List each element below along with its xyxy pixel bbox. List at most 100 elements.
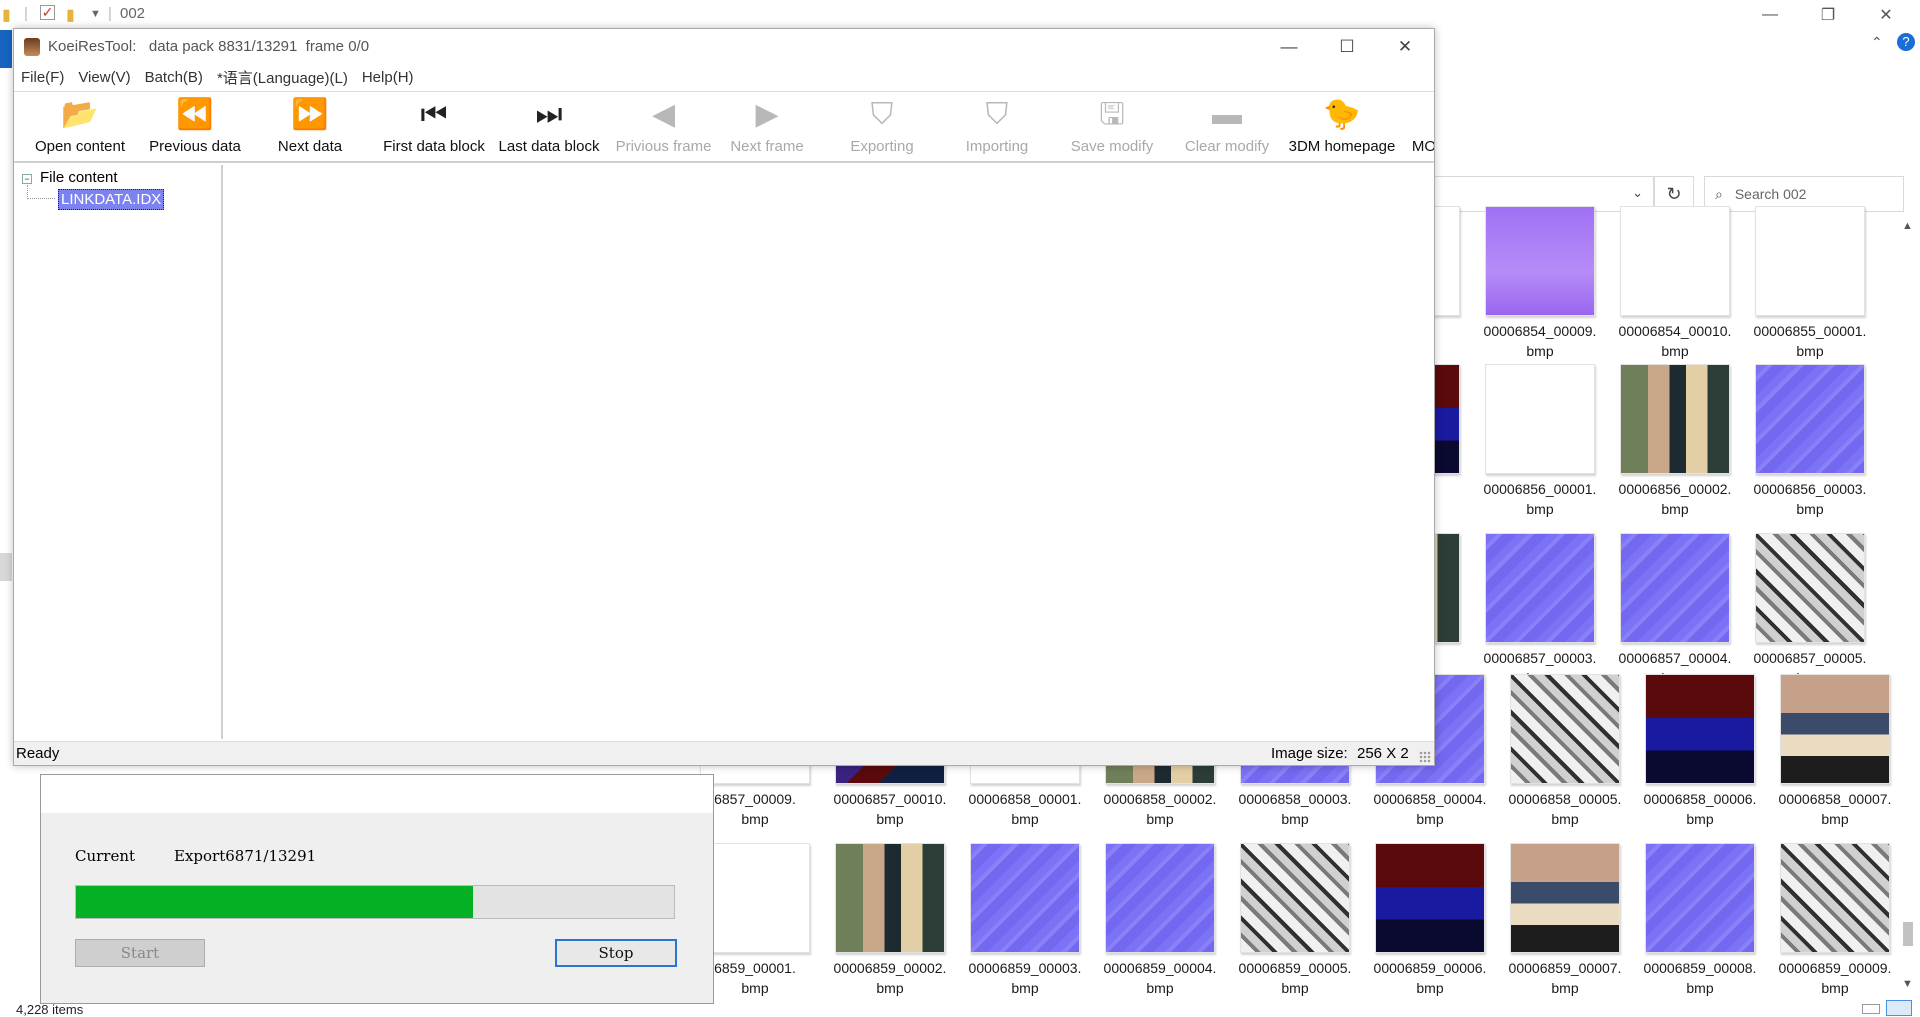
toolbar-button-label: MO	[1411, 138, 1434, 155]
file-tile[interactable]: 00006858_00005. bmp	[1486, 674, 1621, 844]
new-folder-icon[interactable]: ▮	[66, 5, 75, 24]
file-tile[interactable]: 00006859_00002. bmp	[811, 843, 946, 1013]
menu-language[interactable]: *语言(Language)(L)	[217, 67, 348, 88]
toolbar-button-next-frame: ▶ Next frame	[711, 92, 823, 161]
collapse-ribbon-icon[interactable]: ⌃	[1871, 34, 1883, 51]
refresh-icon: ↻	[1666, 183, 1682, 204]
resize-grip-icon[interactable]	[1419, 751, 1431, 763]
file-extension: bmp	[1821, 811, 1849, 827]
file-tile[interactable]: 00006859_00005. bmp	[1216, 843, 1351, 1013]
file-tile[interactable]: 00006859_00007. bmp	[1486, 843, 1621, 1013]
file-extension: bmp	[1796, 343, 1824, 359]
koei-maximize-button[interactable]: ☐	[1318, 29, 1376, 65]
toolbar-button-exporting: ⛉ Exporting	[826, 92, 938, 161]
file-tile[interactable]: 00006858_00006. bmp	[1621, 674, 1756, 844]
explorer-title: 002	[120, 5, 146, 22]
skip-to-end-icon: ⏭	[535, 98, 563, 131]
toolbar-button-mo[interactable]: MO	[1404, 92, 1434, 161]
toolbar-button-3dm-homepage[interactable]: 🐤 3DM homepage	[1286, 92, 1398, 161]
tree-root-file-content[interactable]: File content	[40, 169, 118, 186]
koei-window-title: KoeiResTool: data pack 8831/13291 frame …	[48, 38, 370, 55]
file-thumbnail	[1240, 843, 1350, 953]
toolbar: 📂 Open content ⏪ Previous data ⏩ Next data ⏮ Fi…	[14, 91, 1434, 163]
file-thumbnail	[1485, 533, 1595, 643]
file-extension: bmp	[1821, 980, 1849, 996]
file-tile[interactable]: 00006859_00004. bmp	[1081, 843, 1216, 1013]
folder-icon: ▮	[2, 7, 11, 24]
menu-view[interactable]: View(V)	[78, 69, 130, 86]
address-dropdown-icon[interactable]: ⌄	[1632, 185, 1643, 201]
toolbar-button-label: Clear modify	[1184, 138, 1270, 155]
menu-file[interactable]: File(F)	[21, 69, 64, 86]
koei-minimize-button[interactable]: —	[1260, 29, 1318, 65]
fast-forward-icon: ⏩	[291, 98, 329, 131]
customize-quick-access-icon[interactable]: ▼	[90, 8, 101, 26]
file-tile[interactable]: 00006859_00003. bmp	[946, 843, 1081, 1013]
file-thumbnail	[1755, 206, 1865, 316]
file-tile[interactable]: 00006856_00003. bmp	[1731, 364, 1866, 534]
file-tile[interactable]: 00006858_00007.bmp	[1756, 674, 1891, 844]
file-thumbnail	[1510, 674, 1620, 784]
toolbar-button-label: Next data	[277, 138, 343, 155]
search-icon: ⌕	[1715, 185, 1723, 202]
3dm-logo-icon: 🐤	[1323, 98, 1361, 131]
explorer-scrollbar[interactable]: ▲ ▼	[1898, 220, 1918, 1000]
file-tile[interactable]: 00006859_00008. bmp	[1621, 843, 1756, 1013]
nav-pane-edge	[0, 553, 12, 581]
koei-status-bar: Ready Image size: 256 X 2	[14, 741, 1434, 765]
separator: |	[108, 5, 112, 22]
file-thumbnail	[835, 843, 945, 953]
scroll-up-icon[interactable]: ▲	[1902, 220, 1913, 232]
image-size-value: 256 X 2	[1357, 745, 1409, 762]
file-tile[interactable]: 00006854_00009. bmp	[1461, 206, 1596, 376]
menu-help[interactable]: Help(H)	[362, 69, 414, 86]
arrow-right-icon: ▶	[755, 98, 779, 131]
progress-fill	[76, 886, 474, 918]
file-thumbnail	[1755, 364, 1865, 474]
properties-icon[interactable]: ✓	[40, 5, 55, 20]
menu-batch[interactable]: Batch(B)	[145, 69, 203, 86]
status-ready-text: Ready	[16, 745, 60, 762]
file-tile[interactable]: 00006855_00001.bmp	[1731, 206, 1866, 376]
tree-item-linkdata[interactable]: LINKDATA.IDX	[58, 189, 165, 210]
file-thumbnail	[1620, 364, 1730, 474]
toolbar-button-previous-data[interactable]: ⏪ Previous data	[139, 92, 251, 161]
file-name-line: 00006858_00007.	[1778, 791, 1892, 807]
tree-collapse-icon[interactable]: −	[22, 174, 32, 184]
large-icons-view-icon[interactable]	[1886, 1000, 1912, 1016]
file-thumbnail	[1620, 533, 1730, 643]
export-icon: ⛉	[870, 98, 894, 131]
help-icon[interactable]: ?	[1897, 33, 1915, 51]
explorer-minimize-button[interactable]: —	[1741, 0, 1799, 29]
details-view-icon[interactable]	[1862, 1004, 1880, 1014]
file-name-line: 00006857_00005.	[1753, 650, 1867, 666]
skip-to-start-icon: ⏮	[420, 98, 448, 131]
file-name-line: 00006855_00001.	[1753, 323, 1867, 339]
file-tile[interactable]: 00006856_00002. bmp	[1596, 364, 1731, 534]
folder-icon: 📂	[61, 98, 99, 131]
ribbon-file-tab-edge	[0, 30, 12, 68]
file-thumbnail	[1780, 674, 1890, 784]
file-tile[interactable]: 00006854_00010. bmp	[1596, 206, 1731, 376]
image-preview-area	[225, 165, 1434, 739]
file-tile[interactable]: 00006856_00001. bmp	[1461, 364, 1596, 534]
toolbar-button-open-content[interactable]: 📂 Open content	[24, 92, 136, 161]
file-name-line: 00006859_00009.	[1778, 960, 1892, 976]
koei-close-button[interactable]: ✕	[1376, 29, 1434, 65]
koeirestool-window: KoeiResTool: data pack 8831/13291 frame …	[13, 28, 1435, 766]
tree-connector	[27, 185, 28, 199]
file-tile[interactable]: 00006859_00006. bmp	[1351, 843, 1486, 1013]
toolbar-button-next-data[interactable]: ⏩ Next data	[254, 92, 366, 161]
save-icon: 🖫	[1099, 98, 1125, 131]
app-logo-icon	[24, 38, 40, 56]
toolbar-button-label: Save modify	[1070, 138, 1154, 155]
toolbar-button-label: Previous data	[149, 138, 241, 155]
file-extension: bmp	[1796, 501, 1824, 517]
scroll-thumb[interactable]	[1903, 922, 1913, 946]
start-button[interactable]: Start	[75, 939, 205, 967]
stop-button[interactable]: Stop	[555, 939, 677, 967]
import-icon: ⛉	[985, 98, 1009, 131]
explorer-close-button[interactable]: ✕	[1857, 0, 1915, 29]
explorer-restore-button[interactable]: ❐	[1799, 0, 1857, 29]
file-tile[interactable]: 00006859_00009.bmp	[1756, 843, 1891, 1013]
